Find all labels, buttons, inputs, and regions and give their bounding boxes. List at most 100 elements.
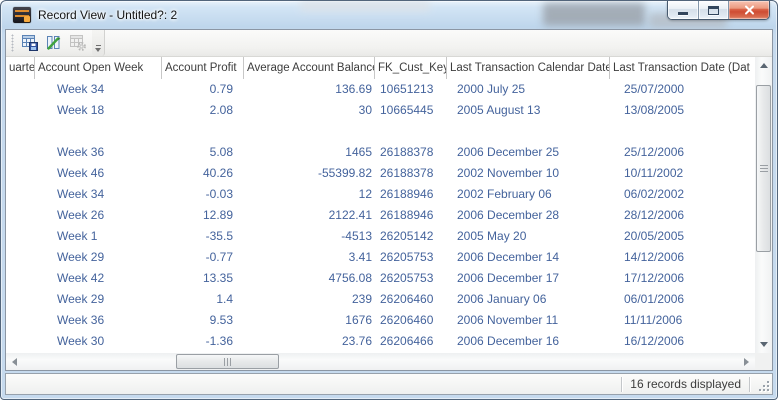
table-cell xyxy=(162,121,244,142)
table-cell: Week 1 xyxy=(35,226,162,247)
minimize-icon xyxy=(678,12,688,15)
table-cell: 3.41 xyxy=(244,247,375,268)
table-save-icon xyxy=(21,34,39,52)
table-cell: 2006 January 06 xyxy=(447,289,610,310)
table-cell: 25/12/2006 xyxy=(610,142,755,163)
table-cell xyxy=(6,79,35,100)
table-edit-button[interactable] xyxy=(42,31,66,55)
vertical-scrollbar-thumb[interactable] xyxy=(756,85,771,252)
table-row[interactable]: Week 291.4239262064602006 January 0606/0… xyxy=(6,289,755,310)
horizontal-scrollbar[interactable] xyxy=(6,353,755,370)
table-cell: -0.77 xyxy=(162,247,244,268)
minimize-button[interactable] xyxy=(668,1,698,19)
table-cell: 06/01/2006 xyxy=(610,289,755,310)
toolbar-grip[interactable] xyxy=(11,34,14,52)
table-cell: 2006 December 16 xyxy=(447,331,610,352)
table-settings-icon xyxy=(69,34,87,52)
table-cell: 9.53 xyxy=(162,310,244,331)
table-settings-button[interactable] xyxy=(66,31,90,55)
table-cell: 26205753 xyxy=(375,268,447,289)
table-cell: Week 30 xyxy=(35,331,162,352)
table-cell: 23.76 xyxy=(244,331,375,352)
column-header[interactable]: Account Profit xyxy=(162,57,244,79)
vertical-scrollbar[interactable] xyxy=(755,57,772,353)
scrollbar-corner xyxy=(755,353,772,370)
table-cell xyxy=(610,121,755,142)
column-header[interactable]: Last Transaction Date (Dat xyxy=(610,57,755,79)
table-cell xyxy=(6,163,35,184)
table-cell xyxy=(6,121,35,142)
table-row[interactable]: Week 30-1.3623.76262064662006 December 1… xyxy=(6,331,755,352)
table-cell: Week 36 xyxy=(35,142,162,163)
table-cell: -0.03 xyxy=(162,184,244,205)
table-cell: Week 34 xyxy=(35,184,162,205)
client-area: uarterAccount Open WeekAccount ProfitAve… xyxy=(5,29,773,371)
table-cell: 12.89 xyxy=(162,205,244,226)
table-cell: 30 xyxy=(244,100,375,121)
table-row[interactable]: Week 365.081465261883782006 December 252… xyxy=(6,142,755,163)
grid-body: Week 340.79136.69106512132000 July 2525/… xyxy=(6,79,755,353)
table-cell: 13/08/2005 xyxy=(610,100,755,121)
table-cell xyxy=(35,121,162,142)
table-cell: 2122.41 xyxy=(244,205,375,226)
right-arrow-icon xyxy=(744,358,749,366)
close-icon xyxy=(744,5,755,15)
title-bar[interactable]: Record View - Untitled?: 2 xyxy=(5,1,773,29)
table-cell: 10/11/2002 xyxy=(610,163,755,184)
table-cell: 1.4 xyxy=(162,289,244,310)
table-cell: 11/11/2006 xyxy=(610,310,755,331)
glass-blur-decoration xyxy=(543,3,645,26)
table-cell: 26206460 xyxy=(375,289,447,310)
table-cell: 28/12/2006 xyxy=(610,205,755,226)
table-cell: 2000 July 25 xyxy=(447,79,610,100)
toolbar-overflow-button[interactable] xyxy=(92,30,105,56)
scroll-up-button[interactable] xyxy=(755,57,772,74)
table-cell: 1676 xyxy=(244,310,375,331)
table-cell: 4756.08 xyxy=(244,268,375,289)
table-row[interactable]: Week 340.79136.69106512132000 July 2525/… xyxy=(6,79,755,100)
table-cell xyxy=(447,121,610,142)
column-header[interactable]: Account Open Week xyxy=(35,57,162,79)
scroll-left-button[interactable] xyxy=(6,353,23,370)
table-row[interactable]: Week 369.531676262064602006 November 111… xyxy=(6,310,755,331)
table-cell: 26205142 xyxy=(375,226,447,247)
table-cell: 2006 November 11 xyxy=(447,310,610,331)
table-cell: 2006 December 28 xyxy=(447,205,610,226)
scroll-down-button[interactable] xyxy=(755,336,772,353)
table-cell: 2005 May 20 xyxy=(447,226,610,247)
window-title: Record View - Untitled?: 2 xyxy=(38,8,177,22)
column-header[interactable]: Last Transaction Calendar Date xyxy=(447,57,610,79)
table-row[interactable]: Week 182.0830106654452005 August 1313/08… xyxy=(6,100,755,121)
left-arrow-icon xyxy=(12,358,17,366)
table-cell: 2006 December 25 xyxy=(447,142,610,163)
close-button[interactable] xyxy=(728,1,769,19)
table-cell: 10665445 xyxy=(375,100,447,121)
column-header[interactable]: Average Account Balance xyxy=(244,57,375,79)
down-arrow-icon xyxy=(760,342,768,347)
table-row[interactable]: Week 4213.354756.08262057532006 December… xyxy=(6,268,755,289)
column-header[interactable]: uarter xyxy=(6,57,35,79)
table-cell: 239 xyxy=(244,289,375,310)
maximize-button[interactable] xyxy=(698,1,728,19)
scroll-right-button[interactable] xyxy=(738,353,755,370)
table-row[interactable]: Week 4640.26-55399.82261883782002 Novemb… xyxy=(6,163,755,184)
table-save-button[interactable] xyxy=(18,31,42,55)
record-count-label: 16 records displayed xyxy=(622,377,749,391)
table-row[interactable]: Week 34-0.0312261889462002 February 0606… xyxy=(6,184,755,205)
horizontal-scrollbar-thumb[interactable] xyxy=(176,354,279,369)
table-row[interactable]: Week 1-35.5-4513262051422005 May 2020/05… xyxy=(6,226,755,247)
table-cell xyxy=(6,289,35,310)
table-row[interactable]: Week 29-0.773.41262057532006 December 14… xyxy=(6,247,755,268)
table-cell: Week 29 xyxy=(35,289,162,310)
table-row[interactable] xyxy=(6,121,755,142)
table-cell xyxy=(6,226,35,247)
table-cell xyxy=(244,121,375,142)
resize-grip[interactable] xyxy=(758,380,769,391)
table-cell: Week 36 xyxy=(35,310,162,331)
column-header[interactable]: FK_Cust_Key xyxy=(375,57,447,79)
up-arrow-icon xyxy=(760,63,768,68)
table-row[interactable]: Week 2612.892122.41261889462006 December… xyxy=(6,205,755,226)
status-bar: 16 records displayed xyxy=(5,373,773,395)
table-cell xyxy=(6,268,35,289)
table-cell xyxy=(6,310,35,331)
